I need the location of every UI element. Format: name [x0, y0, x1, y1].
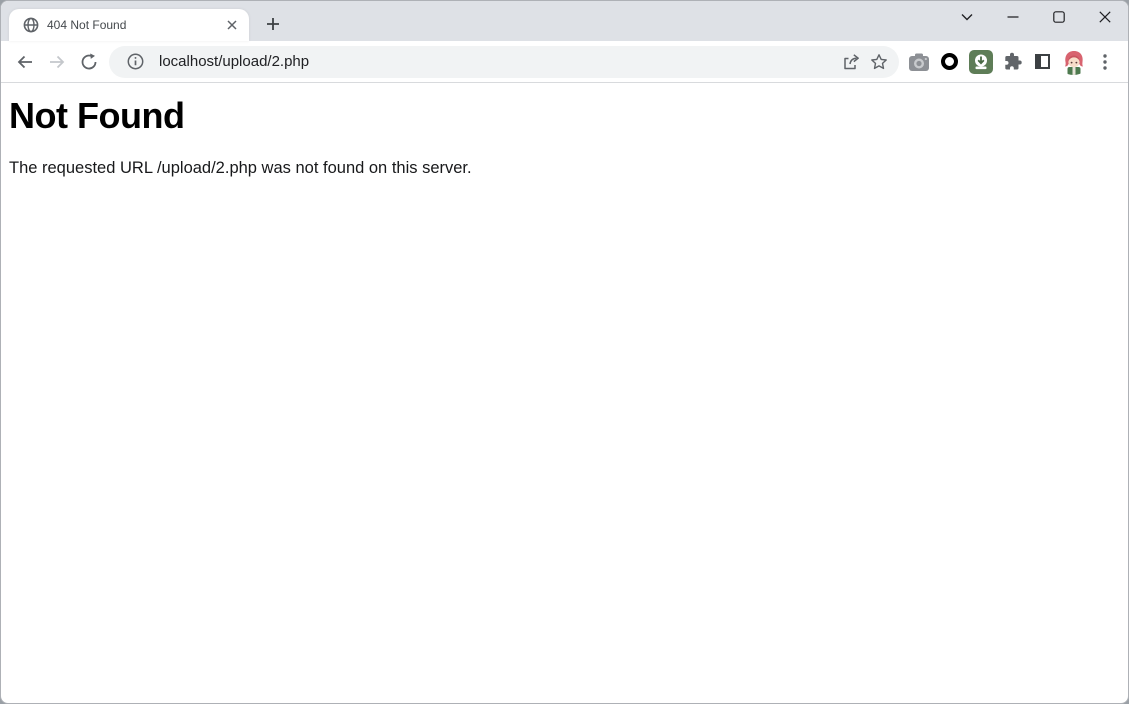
new-tab-button[interactable] [259, 10, 287, 38]
tab-close-button[interactable] [223, 16, 241, 34]
chevron-down-icon [961, 14, 973, 21]
toolbar: localhost/upload/2.php [1, 41, 1128, 83]
omnibox[interactable]: localhost/upload/2.php [109, 45, 899, 78]
reload-button[interactable] [73, 46, 105, 78]
extensions-button[interactable] [996, 46, 1027, 77]
close-icon [227, 20, 237, 30]
profile-avatar-button[interactable] [1058, 48, 1089, 75]
share-button[interactable] [837, 48, 865, 76]
tab-active[interactable]: 404 Not Found [9, 9, 249, 41]
site-info-button[interactable] [121, 48, 149, 76]
page-heading: Not Found [9, 95, 185, 136]
globe-icon [23, 17, 39, 33]
avatar [1060, 48, 1087, 75]
puzzle-icon [1004, 52, 1022, 69]
arrow-right-icon [50, 55, 65, 68]
share-icon [843, 53, 859, 69]
star-icon [871, 53, 887, 69]
camera-extension-button[interactable] [903, 46, 934, 77]
info-icon [127, 53, 143, 70]
page-message: The requested URL /upload/2.php was not … [9, 159, 472, 177]
minimize-button[interactable] [990, 1, 1036, 33]
window-controls [944, 1, 1128, 33]
back-button[interactable] [9, 46, 41, 78]
bookmark-button[interactable] [865, 48, 893, 76]
url-text[interactable]: localhost/upload/2.php [159, 53, 837, 70]
sidebar-icon [1035, 54, 1050, 69]
ring-icon [941, 53, 958, 70]
arrow-left-icon [17, 55, 32, 68]
download-icon [968, 49, 993, 74]
maximize-button[interactable] [1036, 1, 1082, 33]
forward-button[interactable] [41, 46, 73, 78]
maximize-icon [1053, 11, 1065, 23]
close-window-button[interactable] [1082, 1, 1128, 33]
plus-icon [267, 18, 279, 30]
menu-button[interactable] [1089, 46, 1120, 77]
sidebar-extension-button[interactable] [1027, 46, 1058, 77]
circle-extension-button[interactable] [934, 46, 965, 77]
download-extension-button[interactable] [965, 46, 996, 77]
page-content: Not Found The requested URL /upload/2.ph… [1, 83, 1128, 182]
minimize-icon [1007, 16, 1019, 18]
close-icon [1099, 11, 1111, 23]
tab-search-button[interactable] [944, 1, 990, 33]
kebab-menu-icon [1102, 53, 1107, 70]
tab-title: 404 Not Found [47, 18, 127, 32]
camera-icon [908, 53, 929, 71]
reload-icon [81, 53, 97, 69]
browser-window: 404 Not Found localhost/upload/2.php Not… [0, 0, 1129, 704]
tab-strip: 404 Not Found [1, 1, 1128, 41]
